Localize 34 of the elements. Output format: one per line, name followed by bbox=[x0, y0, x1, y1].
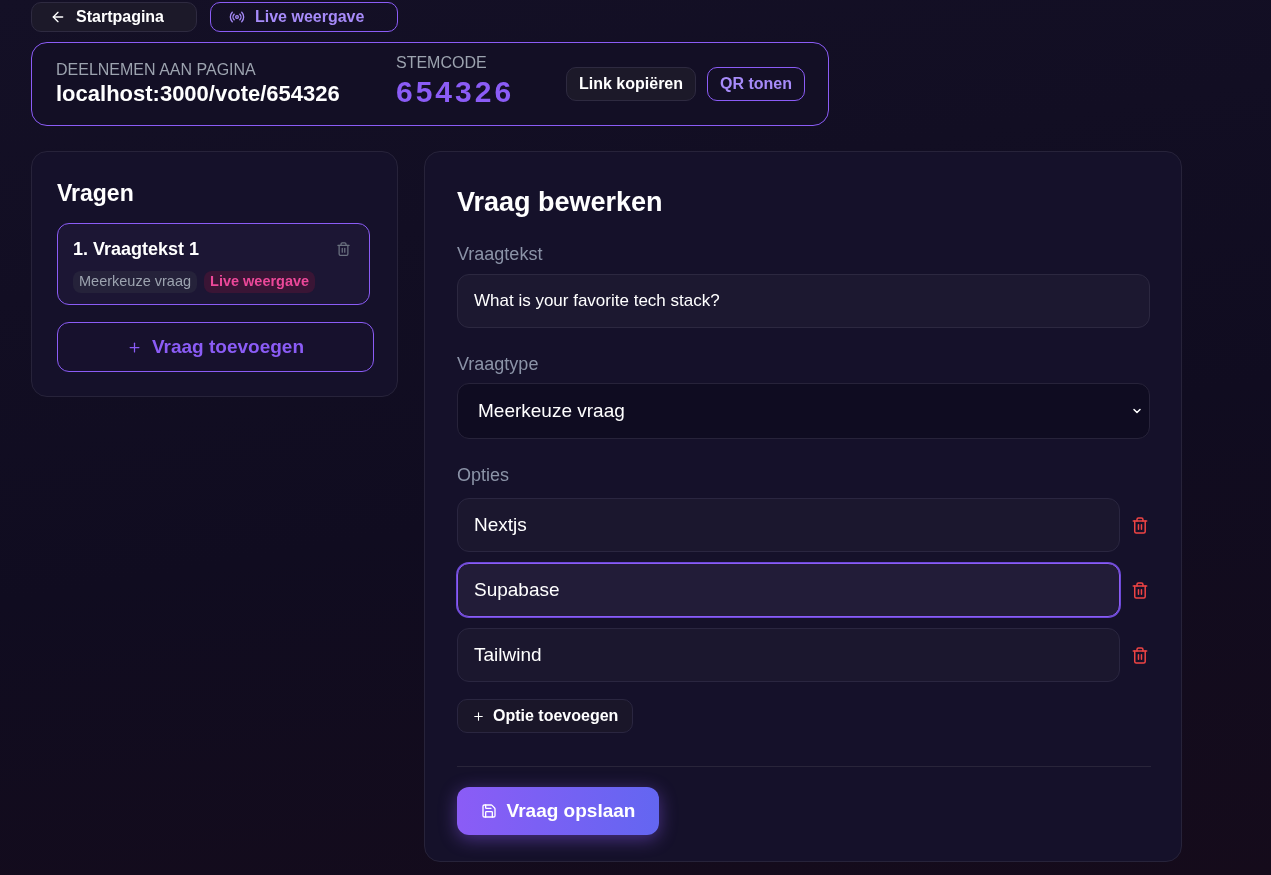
option-input[interactable]: Supabase bbox=[457, 563, 1121, 617]
broadcast-icon bbox=[229, 9, 245, 25]
copy-link-button[interactable]: Link kopiëren bbox=[566, 67, 697, 101]
field-label: Vraagtekst bbox=[457, 243, 544, 266]
plus-icon bbox=[126, 339, 142, 355]
trash-icon[interactable] bbox=[1131, 645, 1149, 665]
vote-code: 654326 bbox=[396, 74, 516, 110]
question-title: 1. Vraagtekst 1 bbox=[73, 238, 200, 261]
trash-icon[interactable] bbox=[1131, 580, 1149, 600]
plus-icon bbox=[472, 709, 485, 723]
trash-icon[interactable] bbox=[1131, 515, 1149, 535]
arrow-left-icon bbox=[50, 9, 66, 25]
home-nav-button[interactable]: Startpagina bbox=[31, 2, 197, 32]
question-text-input[interactable]: What is your favorite tech stack? bbox=[457, 274, 1150, 328]
show-qr-button[interactable]: QR tonen bbox=[707, 67, 806, 101]
save-icon bbox=[480, 803, 497, 819]
panel-title: Vragen bbox=[57, 179, 135, 207]
add-option-button[interactable]: Optie toevoegen bbox=[457, 699, 634, 733]
live-view-nav-button[interactable]: Live weergave bbox=[210, 2, 398, 32]
option-input[interactable]: Nextjs bbox=[457, 498, 1121, 552]
join-label: DEELNEMEN AAN PAGINA bbox=[56, 60, 257, 80]
question-type-select[interactable]: Meerkeuze vraag bbox=[457, 383, 1150, 439]
save-question-button[interactable]: Vraag opslaan bbox=[457, 787, 659, 835]
question-type-tag: Meerkeuze vraag bbox=[73, 271, 198, 293]
add-question-button[interactable]: Vraag toevoegen bbox=[57, 322, 374, 372]
trash-icon[interactable] bbox=[336, 241, 351, 257]
question-item[interactable]: 1. Vraagtekst 1 Meerkeuze vraag Live weergave bbox=[57, 223, 370, 305]
option-input[interactable]: Tailwind bbox=[457, 628, 1121, 682]
join-url: localhost:3000/vote/654326 bbox=[56, 80, 341, 108]
live-status-tag: Live weergave bbox=[204, 271, 316, 293]
vote-code-label: STEMCODE bbox=[396, 53, 488, 73]
editor-title: Vraag bewerken bbox=[457, 186, 664, 218]
field-label: Opties bbox=[457, 464, 511, 487]
field-label: Vraagtype bbox=[457, 353, 540, 376]
